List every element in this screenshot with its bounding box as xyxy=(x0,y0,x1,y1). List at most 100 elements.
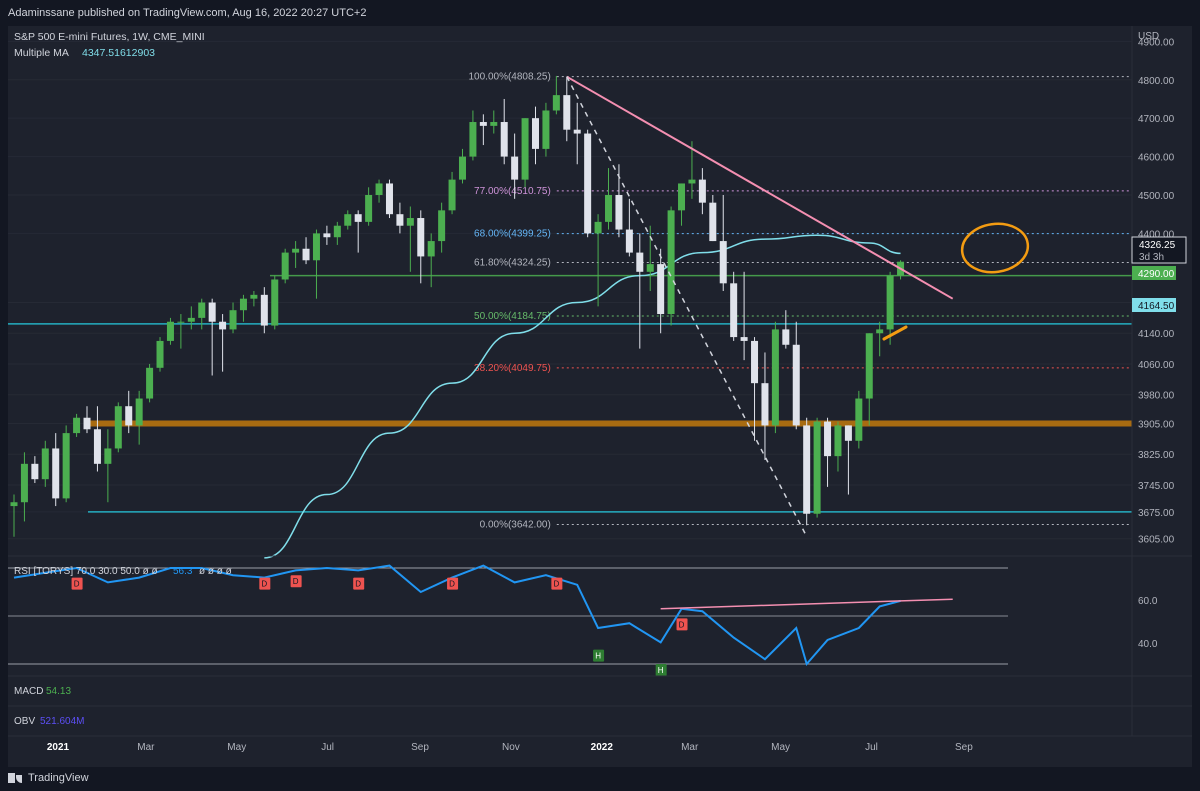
candle-body[interactable] xyxy=(563,95,571,130)
candle-body[interactable] xyxy=(156,340,164,368)
candle-body[interactable] xyxy=(500,122,508,157)
candle-body[interactable] xyxy=(354,214,362,222)
candle-body[interactable] xyxy=(490,122,498,126)
candle-body[interactable] xyxy=(552,95,560,111)
candle-body[interactable] xyxy=(771,329,779,426)
candle-body[interactable] xyxy=(605,194,613,222)
candle-body[interactable] xyxy=(229,310,237,330)
candle-body[interactable] xyxy=(834,425,842,457)
candle-body[interactable] xyxy=(375,183,383,195)
candle-body[interactable] xyxy=(782,329,790,345)
candle-body[interactable] xyxy=(20,463,28,503)
candle-body[interactable] xyxy=(865,333,873,399)
orange-highlight-circle[interactable] xyxy=(959,220,1031,277)
candle-body[interactable] xyxy=(479,122,487,126)
candle-body[interactable] xyxy=(198,302,206,318)
candle-body[interactable] xyxy=(438,210,446,242)
candle-body[interactable] xyxy=(250,294,258,299)
rsi-divergence-marker-d[interactable]: D xyxy=(447,577,459,590)
candle-body[interactable] xyxy=(667,210,675,315)
candle-body[interactable] xyxy=(511,156,519,180)
candle-body[interactable] xyxy=(219,321,227,330)
candle-body[interactable] xyxy=(302,248,310,261)
candle-body[interactable] xyxy=(698,179,706,203)
candle-body[interactable] xyxy=(615,194,623,230)
candle-body[interactable] xyxy=(584,133,592,234)
candle-body[interactable] xyxy=(166,321,174,341)
candle-body[interactable] xyxy=(385,183,393,215)
candle-body[interactable] xyxy=(844,425,852,441)
rsi-panel[interactable]: D D D D D D D H H xyxy=(8,564,1008,676)
candle-body[interactable] xyxy=(187,317,195,322)
candle-body[interactable] xyxy=(52,448,60,499)
fibonacci-retracement[interactable]: 100.00%(4808.25) 77.00%(4510.75) 68.00%(43… xyxy=(468,72,1132,531)
candle-body[interactable] xyxy=(114,406,122,449)
candle-body[interactable] xyxy=(678,183,686,211)
candle-body[interactable] xyxy=(396,214,404,226)
candle-body[interactable] xyxy=(125,406,133,426)
candle-body[interactable] xyxy=(824,421,832,457)
rsi-divergence-marker-d[interactable]: D xyxy=(71,577,83,590)
candle-body[interactable] xyxy=(751,340,759,384)
candle-body[interactable] xyxy=(292,248,300,253)
candle-body[interactable] xyxy=(730,283,738,338)
candle-body[interactable] xyxy=(876,329,884,334)
candle-body[interactable] xyxy=(417,218,425,257)
candle-body[interactable] xyxy=(740,337,748,341)
candle-body[interactable] xyxy=(709,202,717,242)
candle-body[interactable] xyxy=(135,398,143,426)
candle-body[interactable] xyxy=(239,298,247,311)
candle-body[interactable] xyxy=(792,344,800,426)
candle-body[interactable] xyxy=(813,421,821,514)
pink-trendline[interactable] xyxy=(566,75,954,300)
candle-body[interactable] xyxy=(104,448,112,464)
candle-body[interactable] xyxy=(719,241,727,284)
candle-body[interactable] xyxy=(803,425,811,514)
candle-body[interactable] xyxy=(406,218,414,226)
candle-body[interactable] xyxy=(41,448,49,480)
candle-body[interactable] xyxy=(657,264,665,315)
candle-body[interactable] xyxy=(260,294,268,326)
tradingview-logo[interactable]: TradingView xyxy=(8,772,89,784)
candle-body[interactable] xyxy=(636,252,644,272)
candle-body[interactable] xyxy=(458,156,466,180)
candle-body[interactable] xyxy=(594,221,602,234)
candle-body[interactable] xyxy=(323,233,331,238)
candle-body[interactable] xyxy=(625,229,633,253)
candle-body[interactable] xyxy=(93,429,101,464)
candle-body[interactable] xyxy=(532,118,539,149)
candle-body[interactable] xyxy=(83,417,91,430)
candle-body[interactable] xyxy=(521,118,529,180)
candle-body[interactable] xyxy=(333,225,341,238)
rsi-divergence-marker-d[interactable]: D xyxy=(676,618,688,631)
rsi-divergence-marker-d[interactable]: D xyxy=(551,577,563,590)
candle-body[interactable] xyxy=(448,179,456,211)
candle-body[interactable] xyxy=(646,264,654,272)
candle-body[interactable] xyxy=(344,214,352,226)
candle-body[interactable] xyxy=(573,129,581,134)
candle-body[interactable] xyxy=(208,302,216,322)
candle-body[interactable] xyxy=(427,241,435,257)
candle-body[interactable] xyxy=(281,252,289,280)
candle-body[interactable] xyxy=(469,122,477,157)
candle-body[interactable] xyxy=(177,321,185,323)
chart-frame[interactable]: 100.00%(4808.25) 77.00%(4510.75) 68.00%(43… xyxy=(8,26,1192,767)
rsi-divergence-marker-d[interactable]: D xyxy=(290,575,302,588)
candle-body[interactable] xyxy=(10,502,18,507)
chart-svg[interactable]: 100.00%(4808.25) 77.00%(4510.75) 68.00%(43… xyxy=(8,26,1192,767)
candle-body[interactable] xyxy=(886,275,894,330)
rsi-divergence-marker-d[interactable]: D xyxy=(353,577,365,590)
rsi-divergence-marker-d[interactable]: D xyxy=(259,577,271,590)
candle-body[interactable] xyxy=(31,463,39,480)
candle-body[interactable] xyxy=(855,398,863,441)
candle-body[interactable] xyxy=(688,179,696,184)
candle-body[interactable] xyxy=(62,433,70,499)
candle-body[interactable] xyxy=(271,279,279,326)
rsi-divergence-line[interactable] xyxy=(660,598,953,610)
rsi-divergence-marker-h[interactable]: H xyxy=(593,649,605,662)
rsi-divergence-marker-h[interactable]: H xyxy=(655,664,667,676)
candle-body[interactable] xyxy=(365,194,373,222)
candle-body[interactable] xyxy=(312,233,320,261)
candle-body[interactable] xyxy=(73,417,81,434)
candle-body[interactable] xyxy=(146,367,154,399)
